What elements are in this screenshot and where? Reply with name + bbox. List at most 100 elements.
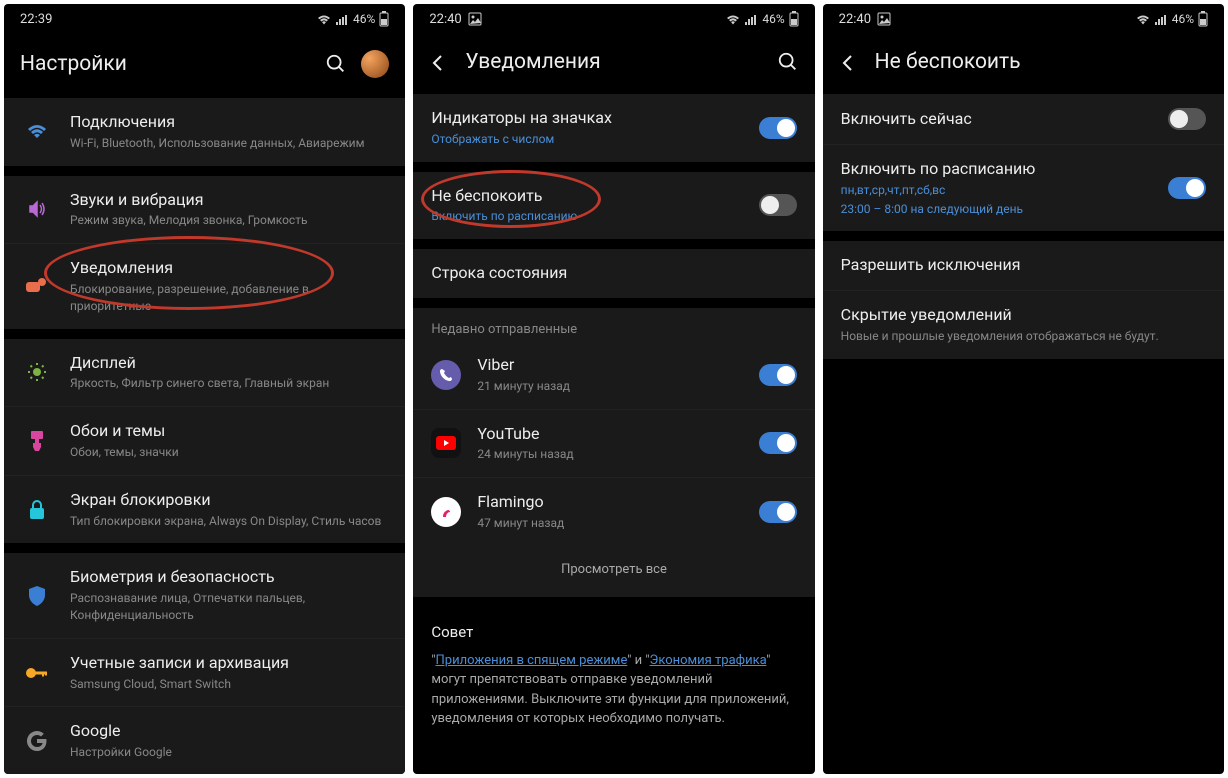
row-sub: Включить по расписанию [431, 208, 758, 225]
status-bar: 22:40 46% [413, 4, 814, 32]
app-time: 21 минуту назад [477, 378, 758, 395]
enable-now-toggle[interactable] [1168, 108, 1206, 130]
google-icon [22, 731, 52, 751]
app-toggle[interactable] [759, 364, 797, 386]
tip-title: Совет [413, 607, 814, 651]
app-name: YouTube [477, 424, 758, 445]
view-all-button[interactable]: Просмотреть все [413, 546, 814, 597]
sound-icon [22, 199, 52, 219]
search-icon[interactable] [777, 51, 799, 73]
app-row-flamingo[interactable]: Flamingo 47 минут назад [413, 477, 814, 546]
dnd-toggle[interactable] [759, 194, 797, 216]
viber-icon [431, 360, 461, 390]
row-title: Дисплей [70, 353, 387, 374]
header: Настройки [4, 32, 405, 98]
row-sub: Отображать с числом [431, 131, 758, 148]
avatar[interactable] [361, 50, 389, 78]
search-icon[interactable] [325, 53, 347, 75]
hide-notifications-row[interactable]: Скрытие уведомлений Новые и прошлые увед… [823, 290, 1224, 359]
recent-label: Недавно отправленные [413, 308, 814, 341]
settings-item-google[interactable]: Google Настройки Google [4, 706, 405, 774]
header: Не беспокоить [823, 32, 1224, 94]
tip-link-datasaver[interactable]: Экономия трафика [650, 653, 767, 668]
app-row-youtube[interactable]: YouTube 24 минуты назад [413, 409, 814, 478]
app-name: Flamingo [477, 492, 758, 513]
settings-screen: 22:39 46% Настройки Подключения [4, 4, 405, 774]
lock-icon [22, 500, 52, 520]
page-title: Настройки [20, 52, 313, 76]
dnd-screen: 22:40 46% Не беспокоить Включить сейчас … [823, 4, 1224, 774]
settings-item-notifications[interactable]: Уведомления Блокирование, разрешение, до… [4, 243, 405, 328]
status-time: 22:39 [20, 12, 52, 27]
row-sub: Обои, темы, значки [70, 444, 387, 461]
row-sub: Samsung Cloud, Smart Switch [70, 676, 387, 693]
brightness-icon [22, 362, 52, 382]
row-title: Скрытие уведомлений [841, 305, 1206, 326]
battery-text: 46% [353, 12, 375, 26]
app-toggle[interactable] [759, 432, 797, 454]
row-title: Звуки и вибрация [70, 190, 387, 211]
battery-icon [789, 11, 799, 27]
row-title: Строка состояния [431, 263, 796, 284]
row-title: Google [70, 721, 387, 742]
schedule-time: 23:00 – 8:00 на следующий день [841, 201, 1168, 218]
settings-item-biometrics[interactable]: Биометрия и безопасность Распознавание л… [4, 553, 405, 637]
key-icon [22, 666, 52, 680]
tip-link-sleeping[interactable]: Приложения в спящем режиме [436, 653, 628, 668]
enable-now-row[interactable]: Включить сейчас [823, 94, 1224, 144]
settings-item-connections[interactable]: Подключения Wi-Fi, Bluetooth, Использова… [4, 98, 405, 166]
tip-section: Совет "Приложения в спящем режиме" и "Эк… [413, 607, 814, 747]
row-sub: Режим звука, Мелодия звонка, Громкость [70, 212, 387, 229]
tip-body: "Приложения в спящем режиме" и "Экономия… [413, 651, 814, 747]
app-row-viber[interactable]: Viber 21 минуту назад [413, 341, 814, 409]
settings-item-accounts[interactable]: Учетные записи и архивация Samsung Cloud… [4, 638, 405, 707]
settings-item-display[interactable]: Дисплей Яркость, Фильтр синего света, Гл… [4, 339, 405, 407]
row-title: Учетные записи и архивация [70, 653, 387, 674]
back-button[interactable] [429, 52, 447, 72]
settings-item-wallpaper[interactable]: Обои и темы Обои, темы, значки [4, 406, 405, 475]
schedule-row[interactable]: Включить по расписанию пн,вт,ср,чт,пт,сб… [823, 144, 1224, 231]
wifi-icon [1136, 12, 1150, 26]
row-title: Экран блокировки [70, 490, 387, 511]
badges-row[interactable]: Индикаторы на значках Отображать с число… [413, 94, 814, 162]
page-title: Уведомления [465, 50, 764, 74]
status-bar: 22:39 46% [4, 4, 405, 32]
status-time: 22:40 [839, 12, 871, 27]
app-time: 24 минуты назад [477, 446, 758, 463]
image-icon [468, 12, 482, 27]
badges-toggle[interactable] [759, 117, 797, 139]
app-name: Viber [477, 355, 758, 376]
row-sub: Новые и прошлые уведомления отображаться… [841, 328, 1206, 345]
row-title: Подключения [70, 112, 387, 133]
image-icon [877, 12, 891, 27]
row-title: Включить по расписанию [841, 159, 1168, 180]
youtube-icon [431, 428, 461, 458]
wifi-icon [726, 12, 740, 26]
status-time: 22:40 [429, 12, 461, 27]
row-title: Индикаторы на значках [431, 108, 758, 129]
brush-icon [22, 431, 52, 451]
signal-icon [335, 12, 349, 26]
row-title: Не беспокоить [431, 186, 758, 207]
dnd-row[interactable]: Не беспокоить Включить по расписанию [413, 172, 814, 240]
battery-icon [1198, 11, 1208, 27]
back-button[interactable] [839, 52, 857, 72]
row-title: Включить сейчас [841, 109, 1168, 130]
wifi-icon [317, 12, 331, 26]
settings-item-lockscreen[interactable]: Экран блокировки Тип блокировки экрана, … [4, 475, 405, 544]
schedule-toggle[interactable] [1168, 177, 1206, 199]
settings-item-sounds[interactable]: Звуки и вибрация Режим звука, Мелодия зв… [4, 176, 405, 244]
status-bar-row[interactable]: Строка состояния [413, 249, 814, 298]
signal-icon [1154, 12, 1168, 26]
flamingo-icon [431, 497, 461, 527]
row-sub: Распознавание лица, Отпечатки пальцев, К… [70, 590, 387, 624]
row-title: Биометрия и безопасность [70, 567, 387, 588]
row-sub: Яркость, Фильтр синего света, Главный эк… [70, 375, 387, 392]
exceptions-row[interactable]: Разрешить исключения [823, 241, 1224, 290]
row-sub: Wi-Fi, Bluetooth, Использование данных, … [70, 135, 387, 152]
header: Уведомления [413, 32, 814, 94]
notifications-screen: 22:40 46% Уведомления Индикаторы на знач… [413, 4, 814, 774]
row-title: Уведомления [70, 258, 387, 279]
row-sub: Настройки Google [70, 744, 387, 761]
app-toggle[interactable] [759, 501, 797, 523]
